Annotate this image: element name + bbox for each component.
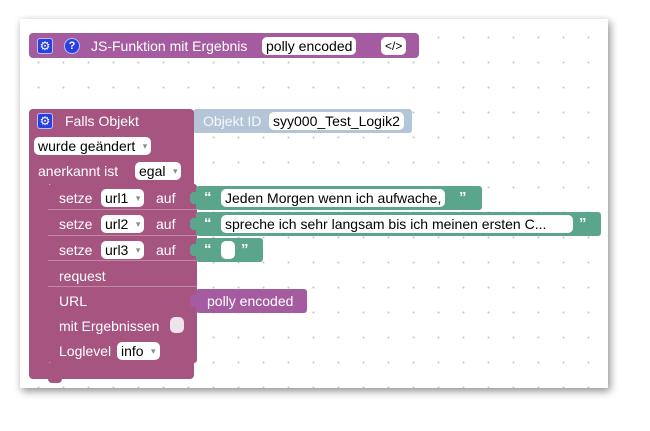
auf-label-1: auf bbox=[156, 190, 176, 206]
chevron-down-icon: ▾ bbox=[151, 346, 156, 356]
text-block-1[interactable]: “ Jeden Morgen wenn ich aufwache, ” bbox=[190, 186, 482, 210]
open-quote-icon: “ bbox=[204, 189, 212, 206]
loglevel-value: info bbox=[121, 343, 144, 359]
object-id-label: Objekt ID bbox=[203, 113, 262, 129]
setze-label-2: setze bbox=[59, 216, 93, 232]
function-title: JS-Funktion mit Ergebnis bbox=[91, 38, 248, 54]
code-editor-button[interactable]: </> bbox=[381, 37, 407, 55]
var-dropdown-url1[interactable]: url1 ▾ bbox=[101, 189, 145, 207]
auf-label-2: auf bbox=[156, 216, 176, 232]
function-name-field[interactable]: polly encoded bbox=[262, 37, 357, 55]
next-connector bbox=[48, 378, 62, 383]
trigger-title: Falls Objekt bbox=[65, 113, 139, 129]
chevron-down-icon: ▾ bbox=[142, 141, 148, 151]
close-quote-icon: ” bbox=[241, 241, 249, 258]
gear-icon[interactable]: ⚙ bbox=[37, 113, 53, 129]
trigger-block[interactable]: ⚙ Falls Objekt wurde geändert ▾ anerkann… bbox=[29, 109, 194, 184]
url-value-block[interactable]: polly encoded bbox=[190, 289, 307, 313]
trigger-block-bottom bbox=[29, 363, 194, 379]
chevron-down-icon: ▾ bbox=[135, 245, 141, 255]
setze-label-1: setze bbox=[59, 190, 93, 206]
text-field-2[interactable]: spreche ich sehr langsam bis ich meinen … bbox=[221, 215, 573, 233]
text-block-3[interactable]: “ ” bbox=[190, 238, 263, 262]
auf-label-3: auf bbox=[156, 242, 176, 258]
open-quote-icon: “ bbox=[204, 215, 212, 232]
text-field-3[interactable] bbox=[221, 241, 235, 259]
chevron-down-icon: ▾ bbox=[135, 219, 141, 229]
help-icon[interactable]: ? bbox=[64, 38, 80, 54]
var-value: url2 bbox=[105, 216, 129, 232]
results-label: mit Ergebnissen bbox=[59, 318, 160, 334]
gear-icon[interactable]: ⚙ bbox=[37, 38, 53, 54]
condition-value: wurde geändert bbox=[38, 138, 136, 154]
blockly-workspace[interactable]: ⚙ ? JS-Funktion mit Ergebnis polly encod… bbox=[20, 19, 608, 388]
text-block-2[interactable]: “ spreche ich sehr langsam bis ich meine… bbox=[190, 212, 601, 236]
close-quote-icon: ” bbox=[579, 215, 587, 232]
chevron-down-icon: ▾ bbox=[135, 193, 141, 203]
url-label: URL bbox=[59, 293, 88, 309]
condition-dropdown[interactable]: wurde geändert ▾ bbox=[34, 137, 152, 155]
ack-value: egal bbox=[139, 163, 166, 179]
ack-dropdown[interactable]: egal ▾ bbox=[135, 162, 182, 180]
var-dropdown-url2[interactable]: url2 ▾ bbox=[101, 215, 145, 233]
loglevel-label: Loglevel bbox=[59, 343, 112, 359]
ack-label: anerkannt ist bbox=[38, 163, 119, 179]
var-value: url1 bbox=[105, 190, 129, 206]
close-quote-icon: ” bbox=[459, 189, 467, 206]
object-id-field[interactable]: syy000_Test_Logik2 bbox=[269, 112, 404, 130]
results-checkbox[interactable] bbox=[170, 317, 184, 333]
trigger-block-spine bbox=[29, 183, 49, 365]
var-value: url3 bbox=[105, 242, 129, 258]
js-function-block[interactable]: ⚙ ? JS-Funktion mit Ergebnis polly encod… bbox=[29, 33, 419, 58]
var-dropdown-url3[interactable]: url3 ▾ bbox=[101, 241, 145, 259]
chevron-down-icon: ▾ bbox=[172, 166, 178, 176]
open-quote-icon: “ bbox=[204, 241, 212, 258]
setze-label-3: setze bbox=[59, 242, 93, 258]
request-label: request bbox=[59, 268, 106, 284]
url-value-text: polly encoded bbox=[207, 293, 294, 309]
object-id-block[interactable]: Objekt ID syy000_Test_Logik2 bbox=[187, 109, 412, 133]
text-field-1[interactable]: Jeden Morgen wenn ich aufwache, bbox=[221, 189, 446, 207]
loglevel-dropdown[interactable]: info ▾ bbox=[117, 342, 160, 360]
